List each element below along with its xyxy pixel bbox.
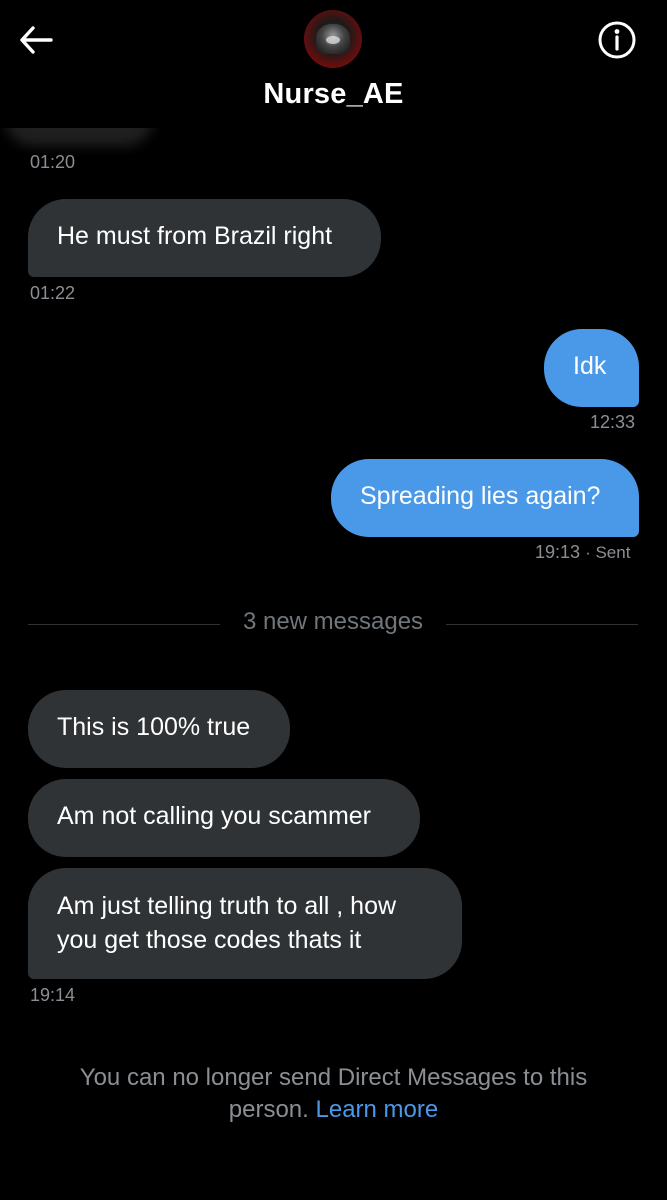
message-timestamp: 12:33 <box>590 412 636 432</box>
sent-message-bubble[interactable]: Spreading lies again? <box>331 459 639 537</box>
received-message-bubble[interactable]: Am not calling you scammer <box>28 779 420 857</box>
message-time: 19:13 <box>535 542 581 562</box>
new-messages-label: 3 new messages <box>242 608 424 635</box>
sent-message-bubble[interactable]: Idk <box>544 329 639 407</box>
received-message-bubble[interactable]: Am just telling truth to all , how you g… <box>28 868 462 979</box>
message-text: This is 100% true <box>57 713 251 741</box>
message-text: He must from Brazil right <box>57 222 333 250</box>
back-button[interactable] <box>16 20 56 60</box>
info-circle-icon <box>598 21 636 59</box>
message-text: Am not calling you scammer <box>57 802 372 830</box>
message-timestamp: 01:20 <box>30 152 76 172</box>
message-text: Idk <box>573 352 607 380</box>
new-messages-divider: 3 new messages <box>28 606 638 642</box>
contact-name[interactable]: Nurse_AE <box>0 78 667 111</box>
received-message-bubble[interactable]: This is 100% true <box>28 690 290 768</box>
message-status: · Sent <box>585 543 631 562</box>
learn-more-link[interactable]: Learn more <box>316 1096 439 1123</box>
avatar-highlight <box>326 36 340 44</box>
received-message-bubble[interactable]: He must from Brazil right <box>28 199 381 277</box>
message-text-line: you get those codes thats it <box>57 926 362 954</box>
avatar[interactable] <box>304 10 362 68</box>
message-text-line: Am just telling truth to all , how <box>57 892 397 920</box>
info-button[interactable] <box>595 18 639 62</box>
message-timestamp: 19:14 <box>30 985 76 1005</box>
message-text: Spreading lies again? <box>360 482 601 510</box>
dm-restricted-notice: You can no longer send Direct Messages t… <box>40 1062 627 1126</box>
conversation-header: Nurse_AE <box>0 0 667 128</box>
divider-line-right <box>446 624 638 625</box>
message-timestamp: 01:22 <box>30 283 76 303</box>
arrow-left-icon <box>20 26 53 54</box>
message-timestamp: 19:13 · Sent <box>535 542 630 563</box>
conversation-area: 01:20 He must from Brazil right 01:22 Id… <box>0 0 667 1200</box>
